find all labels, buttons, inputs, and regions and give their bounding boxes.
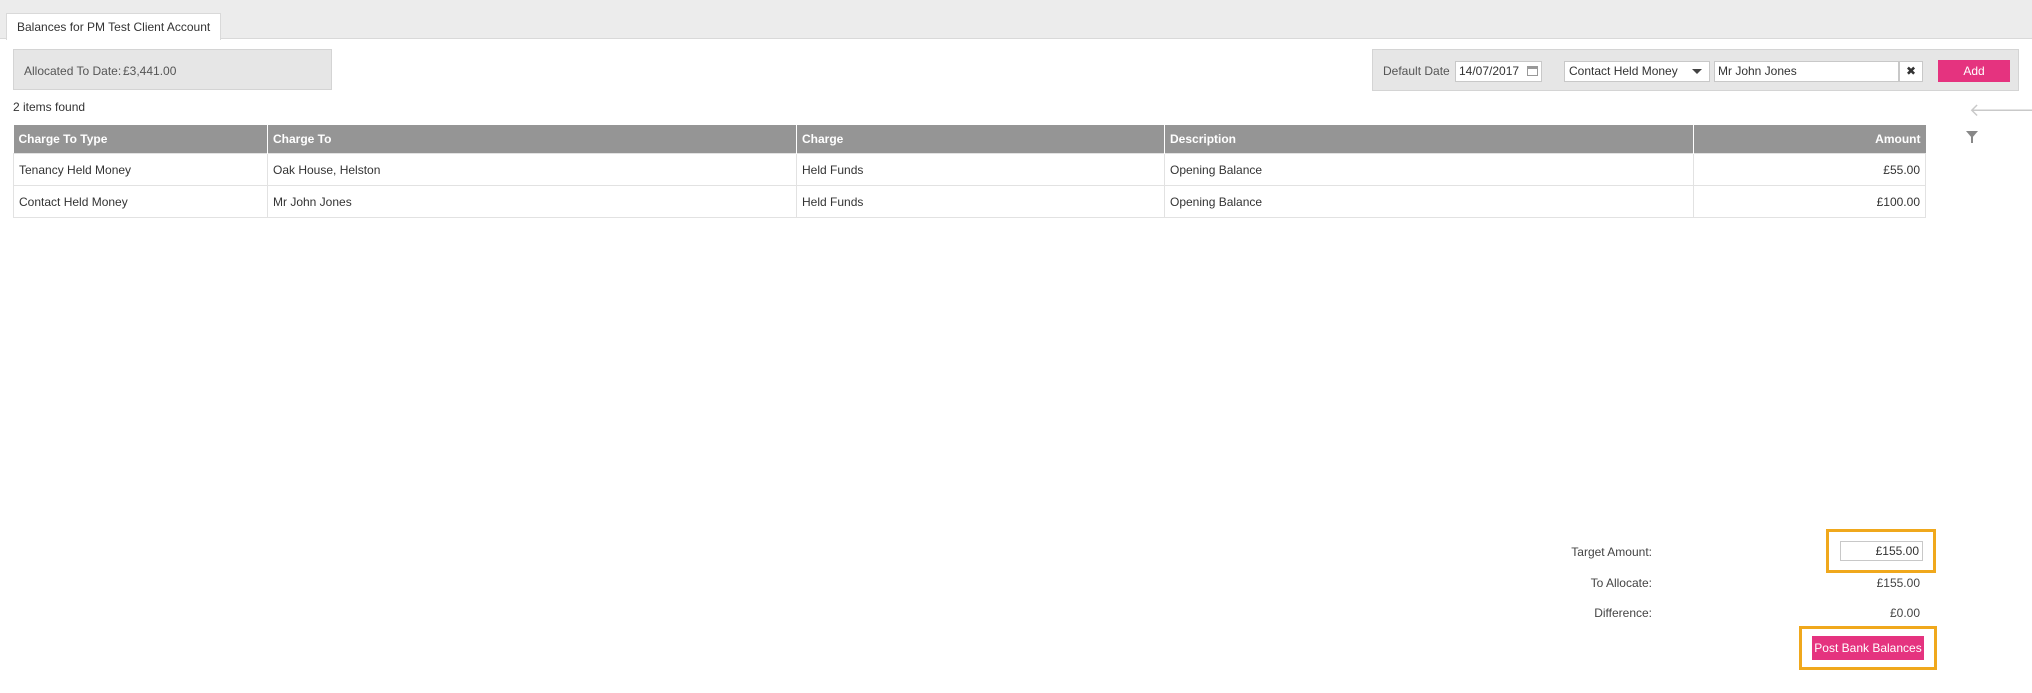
- table-cell: Opening Balance: [1164, 185, 1694, 218]
- close-icon[interactable]: ✖: [1899, 61, 1923, 82]
- balances-table: Charge To Type Charge To Charge Descript…: [13, 125, 1926, 218]
- target-amount-label: Target Amount:: [1571, 545, 1652, 559]
- column-header[interactable]: Charge: [796, 125, 1165, 154]
- table-cell-amount: £100.00: [1693, 185, 1926, 218]
- add-button[interactable]: Add: [1938, 60, 2010, 82]
- tab-balances[interactable]: Balances for PM Test Client Account: [6, 13, 222, 40]
- default-date-input[interactable]: 14/07/2017: [1455, 61, 1542, 82]
- table-row[interactable]: Contact Held Money Mr John Jones Held Fu…: [13, 185, 1926, 218]
- tab-bar: Balances for PM Test Client Account: [0, 0, 2032, 40]
- column-header[interactable]: Charge To Type: [13, 125, 268, 154]
- column-header[interactable]: Description: [1164, 125, 1694, 154]
- calendar-icon[interactable]: [1527, 66, 1538, 76]
- table-cell: Mr John Jones: [267, 185, 797, 218]
- post-bank-balances-button[interactable]: Post Bank Balances: [1812, 636, 1924, 660]
- to-allocate-value: £155.00: [1876, 576, 1920, 590]
- table-cell: Tenancy Held Money: [13, 153, 268, 186]
- column-header[interactable]: Amount: [1693, 125, 1926, 154]
- contact-value: Mr John Jones: [1718, 64, 1797, 78]
- difference-value: £0.00: [1889, 606, 1920, 620]
- filter-icon[interactable]: [1966, 131, 1978, 143]
- to-allocate-label: To Allocate:: [1590, 576, 1652, 590]
- difference-label: Difference:: [1594, 606, 1652, 620]
- target-amount-input[interactable]: £155.00: [1840, 541, 1923, 561]
- contact-input[interactable]: Mr John Jones: [1714, 61, 1899, 82]
- table-cell: Held Funds: [796, 153, 1165, 186]
- allocated-to-date-value: £3,441.00: [123, 64, 177, 78]
- column-header[interactable]: Charge To: [267, 125, 797, 154]
- table-cell: Oak House, Helston: [267, 153, 797, 186]
- allocated-to-date-label: Allocated To Date:: [24, 64, 122, 78]
- charge-type-select[interactable]: Contact Held Money: [1564, 61, 1710, 82]
- table-cell: Held Funds: [796, 185, 1165, 218]
- items-count: 2 items found: [13, 100, 86, 114]
- table-cell: Opening Balance: [1164, 153, 1694, 186]
- table-cell-amount: £55.00: [1693, 153, 1926, 186]
- table-header-row: Charge To Type Charge To Charge Descript…: [13, 125, 1926, 154]
- table-row[interactable]: Tenancy Held Money Oak House, Helston He…: [13, 153, 1926, 186]
- charge-type-selected: Contact Held Money: [1569, 64, 1678, 78]
- arrow-right-icon[interactable]: 🡒: [1997, 101, 2032, 119]
- table-cell: Contact Held Money: [13, 185, 268, 218]
- add-balance-toolbar: Default Date 14/07/2017 Contact Held Mon…: [1372, 49, 2019, 91]
- allocated-to-date-panel: Allocated To Date: £3,441.00: [13, 49, 332, 90]
- chevron-down-icon: [1692, 69, 1702, 74]
- default-date-label: Default Date: [1383, 64, 1450, 78]
- default-date-value: 14/07/2017: [1459, 64, 1520, 78]
